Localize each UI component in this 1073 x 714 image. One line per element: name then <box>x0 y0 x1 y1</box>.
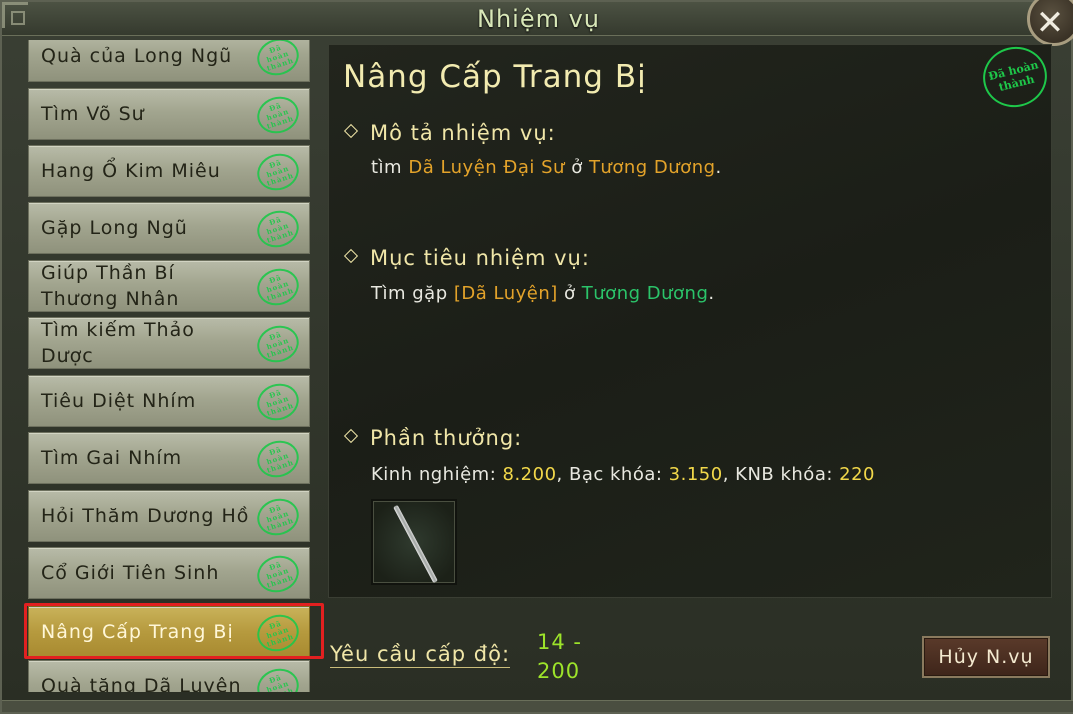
quest-list-item[interactable]: Cổ Giới Tiên Sinh Đã hoàn thành <box>28 547 310 599</box>
quest-list-item[interactable]: Hỏi Thăm Dương Hồ Đã hoàn thành <box>28 490 310 542</box>
completed-stamp-icon: Đã hoàn thành <box>252 320 304 368</box>
quest-window: Nhiệm vụ ✕ Quà của Long Ngũ Đã hoàn thàn… <box>0 0 1073 714</box>
cancel-quest-button[interactable]: Hủy N.vụ <box>922 636 1050 678</box>
objective-middle: ở <box>564 283 576 304</box>
quest-list: Quà của Long Ngũ Đã hoàn thành Tìm Võ Sư… <box>24 40 314 692</box>
completed-stamp-icon: Đã hoàn thành <box>252 148 304 196</box>
place-link[interactable]: Tương Dương <box>589 157 716 178</box>
quest-list-item[interactable]: Quà của Long Ngũ Đã hoàn thành <box>28 40 310 82</box>
npc-link[interactable]: [Dã Luyện] <box>454 283 558 304</box>
quest-item-label: Quà tặng Dã Luyện <box>41 675 242 692</box>
quest-list-item[interactable]: Giúp Thần Bí Thương Nhân Đã hoàn thành <box>28 260 310 312</box>
knb-value: 220 <box>839 464 876 485</box>
diamond-bullet-icon <box>343 248 359 264</box>
quest-item-label: Tìm Võ Sư <box>41 103 145 125</box>
quest-item-label: Giúp Thần Bí Thương Nhân <box>41 262 180 310</box>
window-title: Nhiệm vụ <box>476 5 601 33</box>
quest-list-item[interactable]: Tìm Gai Nhím Đã hoàn thành <box>28 432 310 484</box>
objective-heading: Mục tiêu nhiệm vụ: <box>343 246 590 270</box>
title-bar: Nhiệm vụ <box>2 2 1073 36</box>
completed-stamp-icon: Đã hoàn thành <box>252 378 304 426</box>
diamond-bullet-icon <box>343 428 359 444</box>
description-heading-text: Mô tả nhiệm vụ: <box>370 121 556 145</box>
description-heading: Mô tả nhiệm vụ: <box>343 121 556 145</box>
npc-link[interactable]: Dã Luyện Đại Sư <box>408 157 565 178</box>
sword-icon <box>393 504 438 584</box>
level-requirement-label: Yêu cầu cấp độ: <box>330 642 511 668</box>
bottom-border <box>2 700 1073 712</box>
place-link[interactable]: Tương Dương <box>582 283 709 304</box>
description-text: tìm Dã Luyện Đại Sư ở Tương Dương. <box>371 157 722 178</box>
quest-detail-panel: Nâng Cấp Trang Bị Đã hoàn thành Mô tả nh… <box>328 40 1054 598</box>
completed-stamp-icon: Đã hoàn thành <box>976 40 1054 114</box>
objective-heading-text: Mục tiêu nhiệm vụ: <box>370 246 590 270</box>
description-prefix: tìm <box>371 157 403 178</box>
quest-item-label: Tiêu Diệt Nhím <box>41 390 197 412</box>
completed-stamp-icon: Đã hoàn thành <box>252 263 304 311</box>
level-min: 14 - <box>537 630 582 654</box>
quest-list-item[interactable]: Tiêu Diệt Nhím Đã hoàn thành <box>28 375 310 427</box>
knb-label: KNB khóa: <box>735 464 833 485</box>
completed-stamp-icon: Đã hoàn thành <box>252 205 304 253</box>
selection-highlight <box>24 603 324 659</box>
quest-item-label: Hang Ổ Kim Miêu <box>41 160 221 182</box>
quest-item-label: Tìm Gai Nhím <box>41 447 183 469</box>
completed-stamp-icon: Đã hoàn thành <box>252 550 304 598</box>
close-icon[interactable]: ✕ <box>1036 3 1065 43</box>
quest-list-item[interactable]: Gặp Long Ngũ Đã hoàn thành <box>28 202 310 254</box>
quest-item-label: Hỏi Thăm Dương Hồ <box>41 505 250 527</box>
level-requirement-value: 14 - 200 <box>537 628 607 686</box>
description-middle: ở <box>571 157 583 178</box>
objective-text: Tìm gặp [Dã Luyện] ở Tương Dương. <box>371 283 715 304</box>
quest-title: Nâng Cấp Trang Bị <box>343 59 647 95</box>
completed-stamp-icon: Đã hoàn thành <box>252 493 304 541</box>
level-max: 200 <box>537 659 581 683</box>
silver-value: 3.150 <box>668 464 723 485</box>
completed-stamp-icon: Đã hoàn thành <box>252 91 304 139</box>
quest-list-item[interactable]: Tìm Võ Sư Đã hoàn thành <box>28 88 310 140</box>
objective-suffix: . <box>708 283 715 304</box>
silver-label: Bạc khóa: <box>568 464 663 485</box>
diamond-bullet-icon <box>343 123 359 139</box>
exp-label: Kinh nghiệm: <box>371 464 497 485</box>
quest-item-label: Tìm kiếm Thảo Dược <box>41 319 195 367</box>
quest-item-label: Gặp Long Ngũ <box>41 217 188 239</box>
quest-item-label: Cổ Giới Tiên Sinh <box>41 562 220 584</box>
completed-stamp-icon: Đã hoàn thành <box>252 435 304 483</box>
completed-stamp-icon: Đã hoàn thành <box>252 40 304 81</box>
quest-item-label: Quà của Long Ngũ <box>41 45 233 67</box>
quest-list-item[interactable]: Quà tặng Dã Luyện Đã hoàn thành <box>28 660 310 692</box>
reward-item-slot[interactable] <box>371 499 457 585</box>
reward-heading-text: Phần thưởng: <box>370 426 523 450</box>
reward-text: Kinh nghiệm: 8.200, Bạc khóa: 3.150, KNB… <box>371 464 876 485</box>
close-button[interactable]: ✕ <box>1027 0 1073 46</box>
quest-list-item[interactable]: Hang Ổ Kim Miêu Đã hoàn thành <box>28 145 310 197</box>
reward-heading: Phần thưởng: <box>343 426 522 450</box>
quest-list-item[interactable]: Tìm kiếm Thảo Dược Đã hoàn thành <box>28 317 310 369</box>
completed-stamp-icon: Đã hoàn thành <box>252 663 304 692</box>
exp-value: 8.200 <box>502 464 557 485</box>
objective-prefix: Tìm gặp <box>371 283 448 304</box>
description-suffix: . <box>715 157 722 178</box>
